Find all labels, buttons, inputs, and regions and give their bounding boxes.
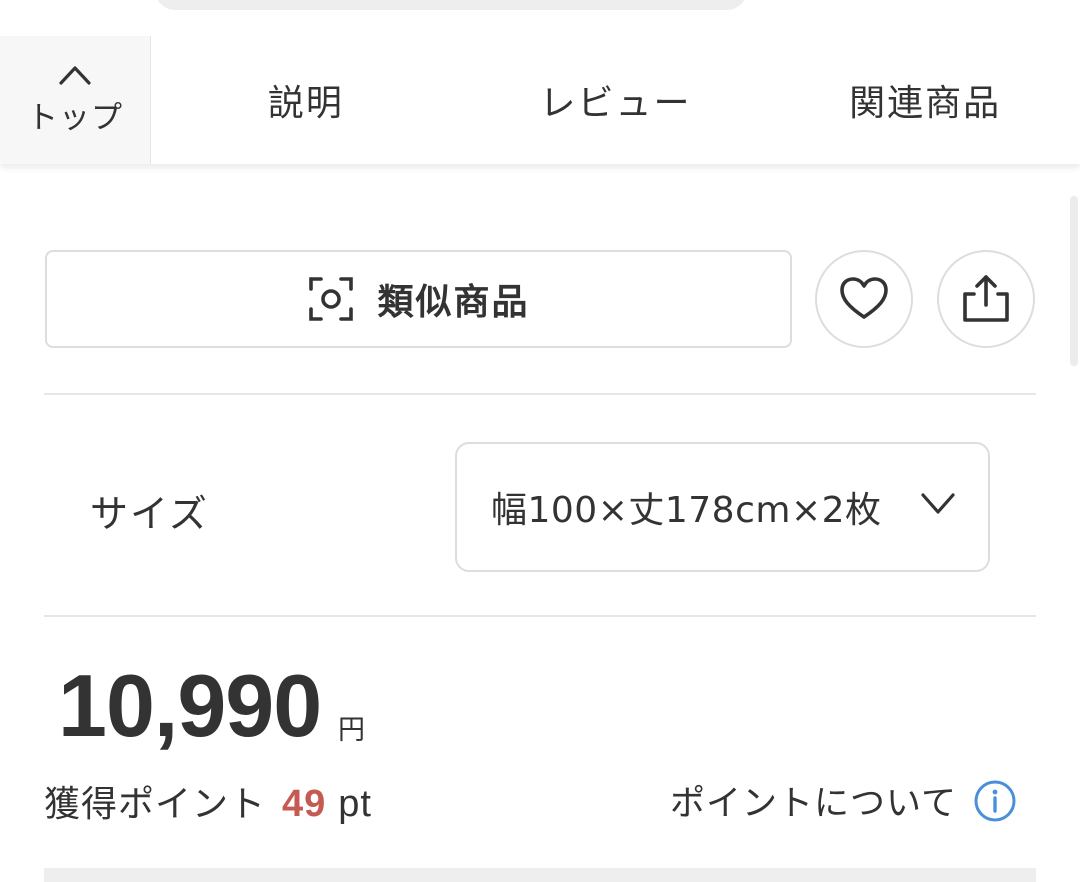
info-icon: [974, 780, 1016, 821]
earned-points-label: 獲得ポイント: [44, 784, 267, 825]
earned-points-value: 49: [282, 783, 327, 825]
similar-products-button[interactable]: 類似商品: [45, 250, 792, 348]
tab-reviews[interactable]: レビュー: [461, 36, 771, 164]
search-bar[interactable]: [155, 0, 747, 10]
price-amount: 10,990: [58, 656, 322, 755]
back-to-top-label: トップ: [27, 99, 123, 136]
divider: [44, 615, 1036, 617]
about-points-text: ポイントについて: [670, 784, 957, 824]
favorite-button[interactable]: [815, 250, 913, 348]
tab-bar: トップ 説明 レビュー 関連商品: [0, 36, 1080, 164]
size-selected-value: 幅100×丈178cm×2枚: [491, 490, 882, 531]
back-to-top-button[interactable]: トップ: [0, 36, 151, 164]
section-divider: [44, 868, 1036, 882]
chevron-down-icon: [921, 493, 955, 514]
tab-related-products[interactable]: 関連商品: [770, 36, 1080, 164]
chevron-up-icon: [59, 65, 91, 85]
heart-icon: [840, 277, 888, 319]
divider: [44, 393, 1036, 395]
scrollbar[interactable]: [1070, 196, 1078, 366]
earned-points: 獲得ポイント 49 pt: [44, 775, 372, 827]
product-page: トップ 説明 レビュー 関連商品 類似商品 サイズ 幅100×丈178cm×2枚…: [0, 0, 1080, 882]
share-icon: [963, 275, 1009, 322]
share-button[interactable]: [937, 250, 1035, 348]
earned-points-unit: pt: [338, 783, 372, 825]
camera-scan-icon: [309, 277, 354, 321]
about-points-link[interactable]: ポイントについて: [670, 775, 1017, 826]
price-unit: 円: [338, 715, 365, 746]
size-label: サイズ: [90, 492, 209, 536]
size-select[interactable]: 幅100×丈178cm×2枚: [455, 442, 990, 572]
similar-products-label: 類似商品: [377, 282, 530, 323]
tab-description[interactable]: 説明: [151, 36, 461, 164]
